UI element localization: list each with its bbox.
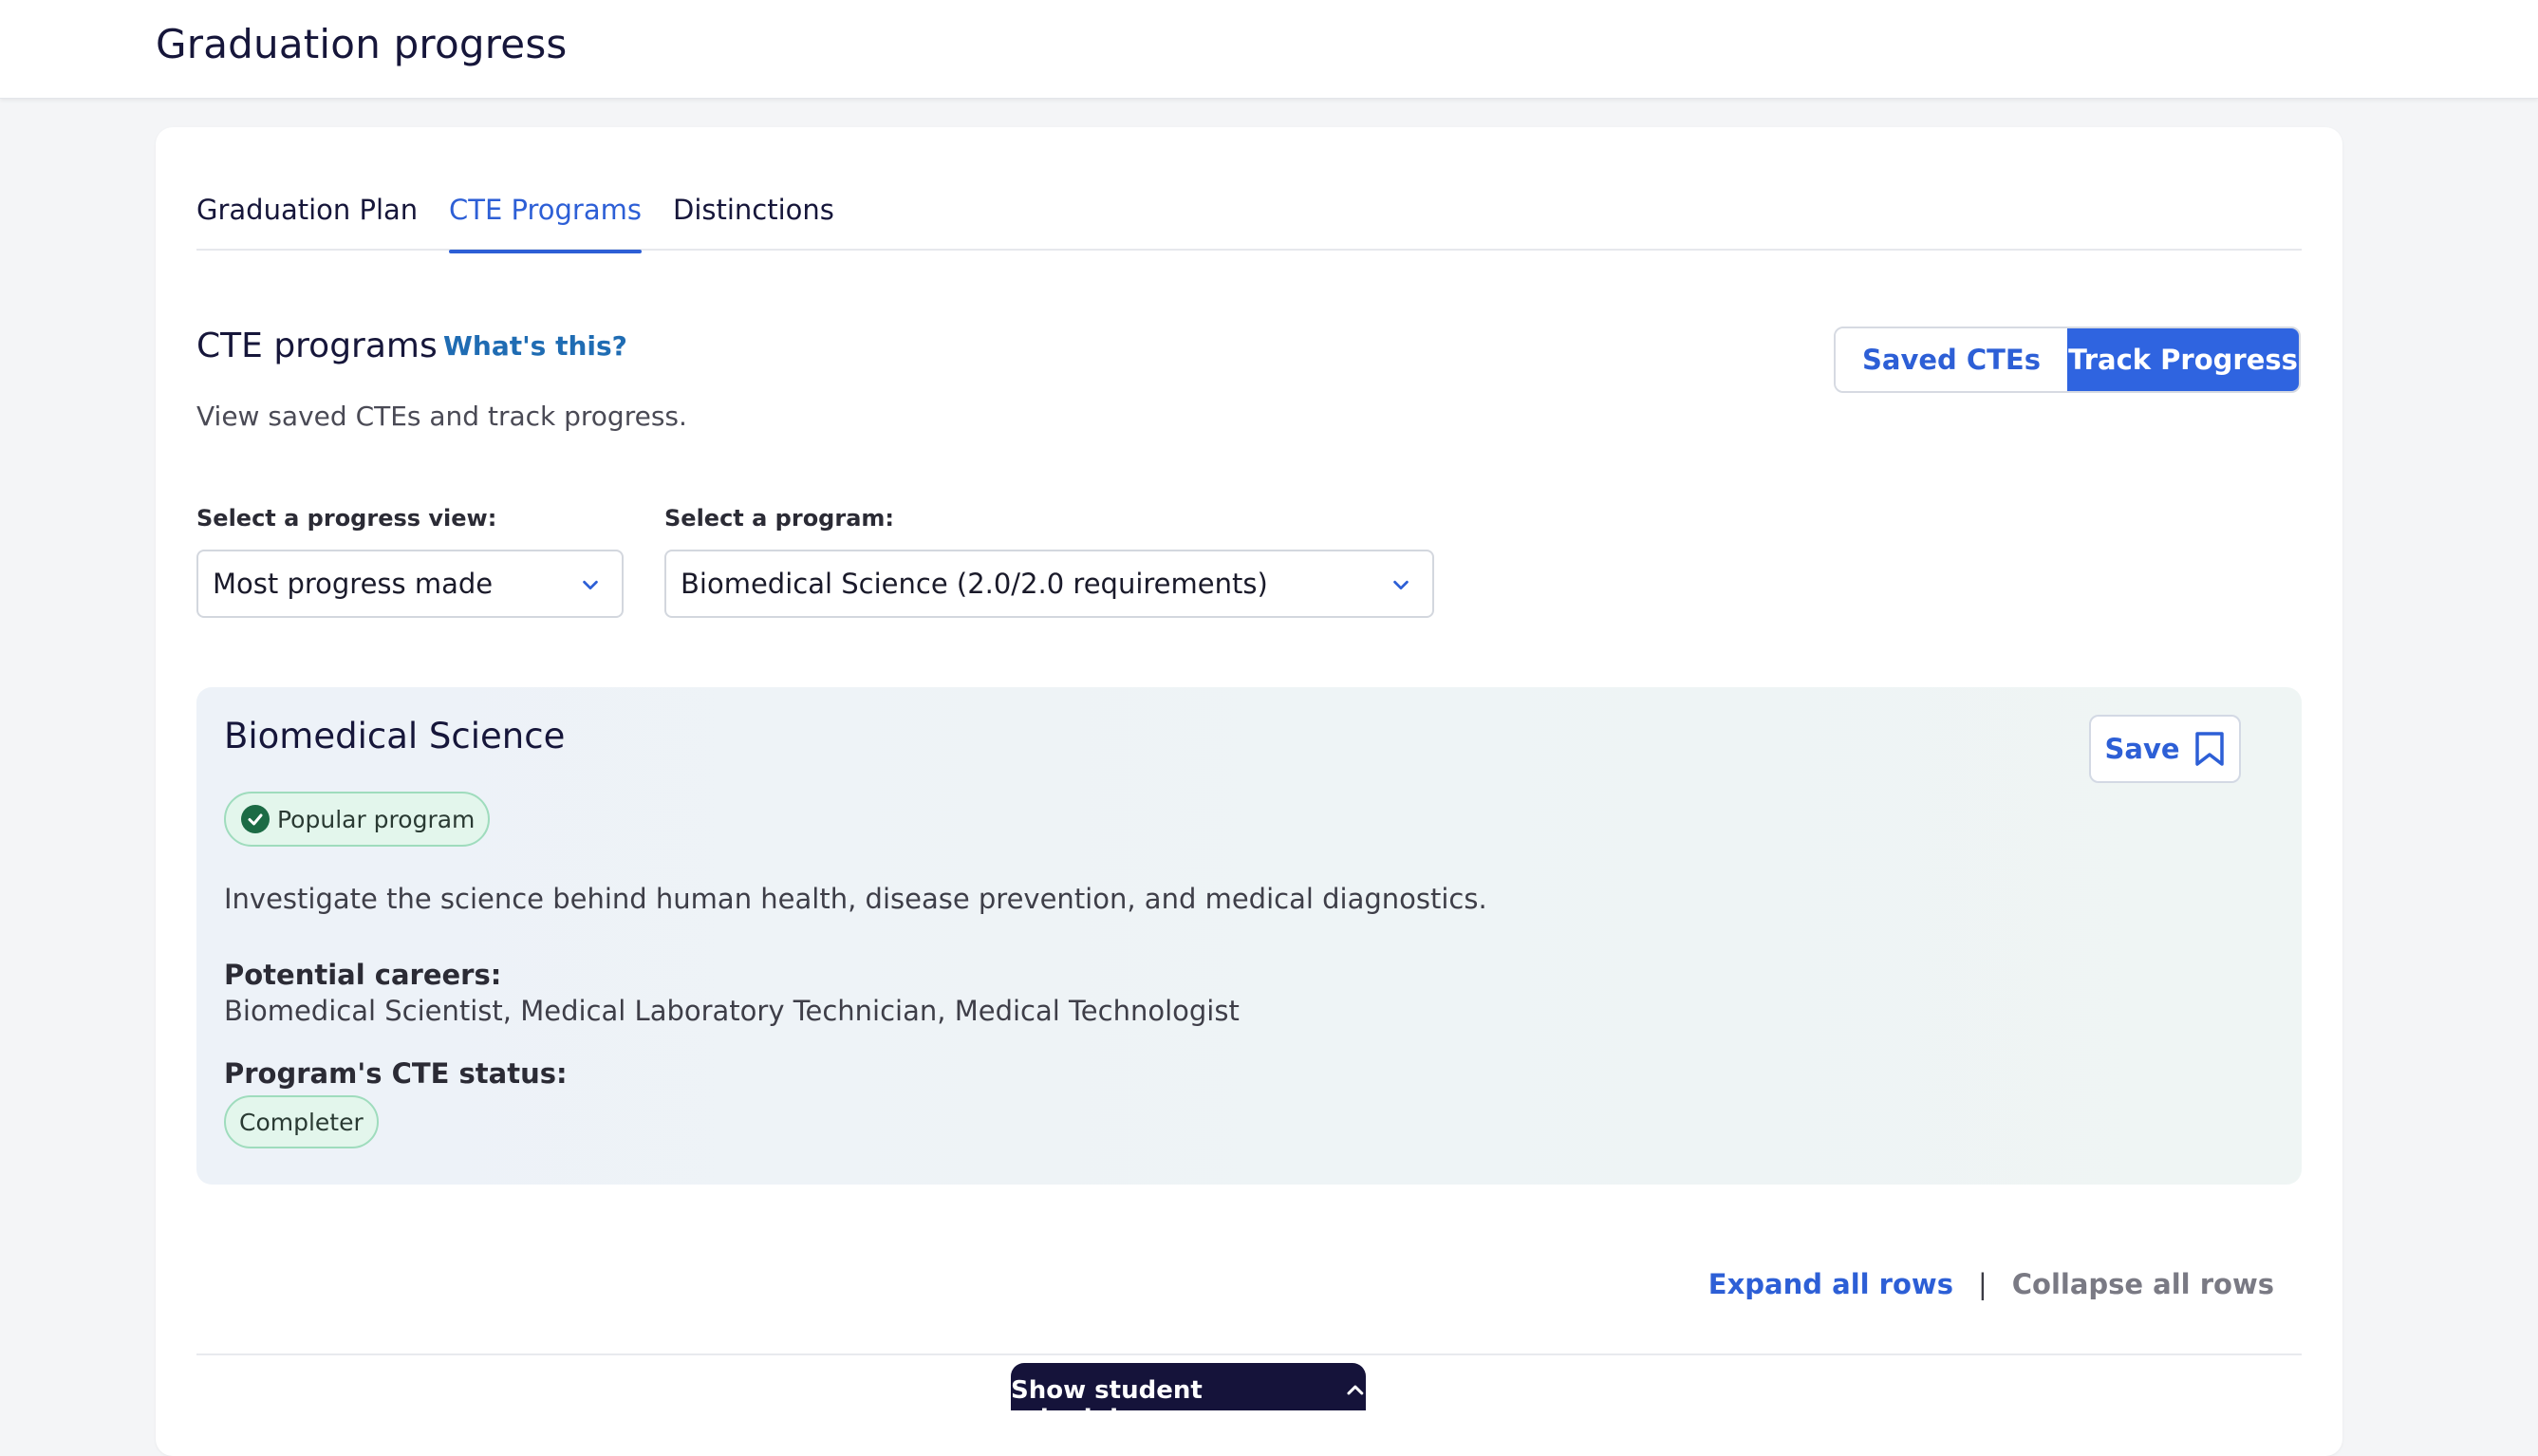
show-student-schedule-button[interactable]: Show student schedule — [1011, 1363, 1366, 1410]
row-actions-separator: | — [1977, 1268, 1987, 1300]
chevron-down-icon — [583, 580, 598, 590]
badge-label: Popular program — [277, 805, 476, 833]
row-actions: Expand all rows | Collapse all rows — [1708, 1268, 2274, 1300]
tab-distinctions[interactable]: Distinctions — [673, 194, 834, 251]
popular-program-badge: Popular program — [224, 792, 491, 847]
top-bar: Graduation progress — [0, 0, 2538, 99]
program-select-label: Select a program: — [664, 505, 894, 532]
progress-view-select[interactable]: Most progress made — [196, 550, 624, 618]
tab-bar: Graduation Plan CTE Programs Distinction… — [196, 194, 2302, 253]
chevron-up-icon — [1347, 1385, 1364, 1395]
cte-status-label: Program's CTE status: — [224, 1057, 568, 1090]
section-title: CTE programs — [196, 327, 438, 365]
bookmark-icon — [2194, 732, 2224, 766]
tab-cte-programs[interactable]: CTE Programs — [449, 194, 642, 253]
expand-all-rows-link[interactable]: Expand all rows — [1708, 1268, 1953, 1300]
careers-label: Potential careers: — [224, 959, 502, 991]
check-circle-icon — [241, 805, 270, 833]
chevron-down-icon — [1393, 580, 1409, 590]
section-subtitle: View saved CTEs and track progress. — [196, 401, 687, 432]
saved-ctes-button[interactable]: Saved CTEs — [1836, 328, 2067, 391]
program-select[interactable]: Biomedical Science (2.0/2.0 requirements… — [664, 550, 1434, 618]
program-card: Biomedical Science Save Popular program … — [196, 687, 2302, 1185]
view-toggle: Saved CTEs Track Progress — [1834, 327, 2301, 393]
program-title: Biomedical Science — [224, 716, 566, 756]
track-progress-button[interactable]: Track Progress — [2067, 328, 2299, 391]
tab-graduation-plan[interactable]: Graduation Plan — [196, 194, 418, 251]
program-description: Investigate the science behind human hea… — [224, 883, 1487, 915]
schedule-button-label: Show student schedule — [1011, 1376, 1203, 1410]
save-button-label: Save — [2104, 733, 2180, 765]
status-badge: Completer — [224, 1095, 379, 1148]
progress-view-value: Most progress made — [213, 568, 494, 600]
divider — [196, 1353, 2302, 1355]
program-select-value: Biomedical Science (2.0/2.0 requirements… — [681, 568, 1268, 600]
whats-this-link[interactable]: What's this? — [443, 330, 627, 362]
save-button[interactable]: Save — [2089, 715, 2241, 783]
page-title: Graduation progress — [156, 21, 568, 67]
collapse-all-rows-link[interactable]: Collapse all rows — [2012, 1268, 2274, 1300]
content-card: Graduation Plan CTE Programs Distinction… — [156, 127, 2342, 1456]
progress-view-label: Select a progress view: — [196, 505, 497, 532]
careers-value: Biomedical Scientist, Medical Laboratory… — [224, 995, 1240, 1027]
